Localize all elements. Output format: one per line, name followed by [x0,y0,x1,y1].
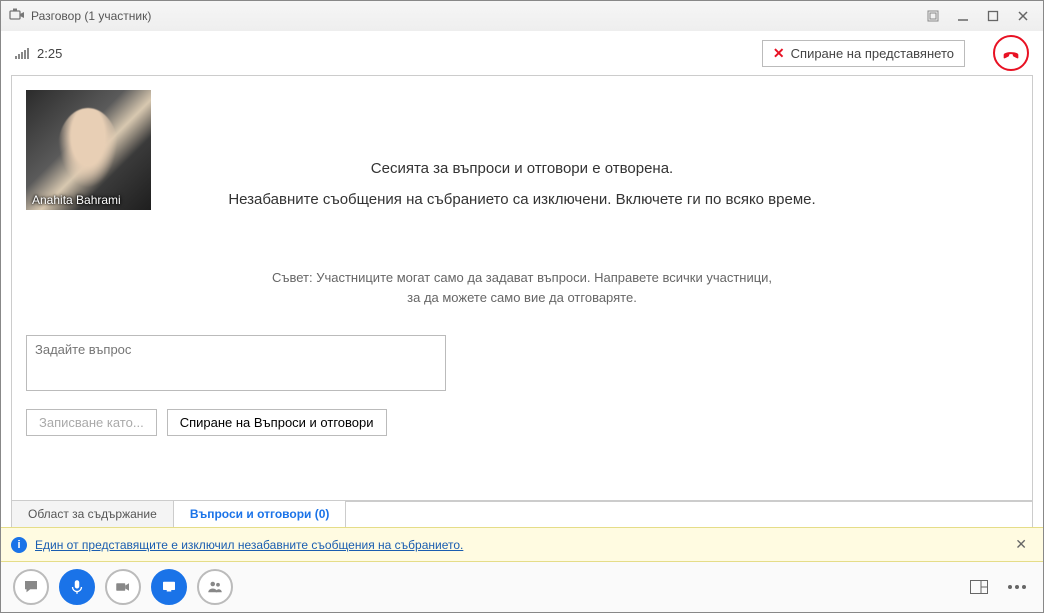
tip-line-2: за да можете само вие да отговаряте. [272,288,772,308]
popout-button[interactable] [919,6,947,26]
participant-name: Anahita Bahrami [26,190,127,210]
top-strip: 2:25 ✕ Спиране на представянето [1,31,1043,75]
minimize-button[interactable] [949,6,977,26]
signal-icon [15,47,29,59]
im-button[interactable] [13,569,49,605]
window-title: Разговор (1 участник) [31,9,151,23]
video-button[interactable] [105,569,141,605]
stop-presenting-label: Спиране на представянето [791,46,954,61]
session-messages: Сесията за въпроси и отговори е отворена… [26,150,1018,208]
participants-button[interactable] [197,569,233,605]
present-button[interactable] [151,569,187,605]
call-duration: 2:25 [37,46,62,61]
question-input[interactable] [26,335,446,391]
content-panel: Anahita Bahrami Сесията за въпроси и отг… [11,75,1033,501]
tabs-row: Област за съдържание Въпроси и отговори … [11,501,1033,527]
titlebar: Разговор (1 участник) [1,1,1043,31]
bottom-toolbar [1,562,1043,612]
session-im-off-msg: Незабавните съобщения на събранието са и… [26,191,1018,208]
info-icon: i [11,537,27,553]
more-button[interactable] [1003,576,1031,598]
qa-buttons-row: Записване като... Спиране на Въпроси и о… [26,409,1018,436]
participant-avatar[interactable]: Anahita Bahrami [26,90,151,210]
save-as-button[interactable]: Записване като... [26,409,157,436]
x-icon: ✕ [773,45,785,62]
stop-presenting-button[interactable]: ✕ Спиране на представянето [762,40,965,67]
hangup-button[interactable] [993,35,1029,71]
notification-bar: i Един от представящите е изключил незаб… [1,527,1043,562]
maximize-button[interactable] [979,6,1007,26]
tab-qa[interactable]: Въпроси и отговори (0) [174,500,347,527]
tab-content-area[interactable]: Област за съдържание [12,501,174,527]
session-open-msg: Сесията за въпроси и отговори е отворена… [26,160,1018,177]
tip-line-1: Съвет: Участниците могат само да задават… [272,268,772,288]
close-window-button[interactable] [1009,6,1037,26]
notification-link[interactable]: Един от представящите е изключил незабав… [35,538,463,552]
layout-button[interactable] [965,576,993,598]
mic-button[interactable] [59,569,95,605]
app-icon [9,8,25,24]
notification-close-button[interactable]: ✕ [1009,534,1033,555]
stop-qa-button[interactable]: Спиране на Въпроси и отговори [167,409,387,436]
tip-text: Съвет: Участниците могат само да задават… [272,268,772,307]
